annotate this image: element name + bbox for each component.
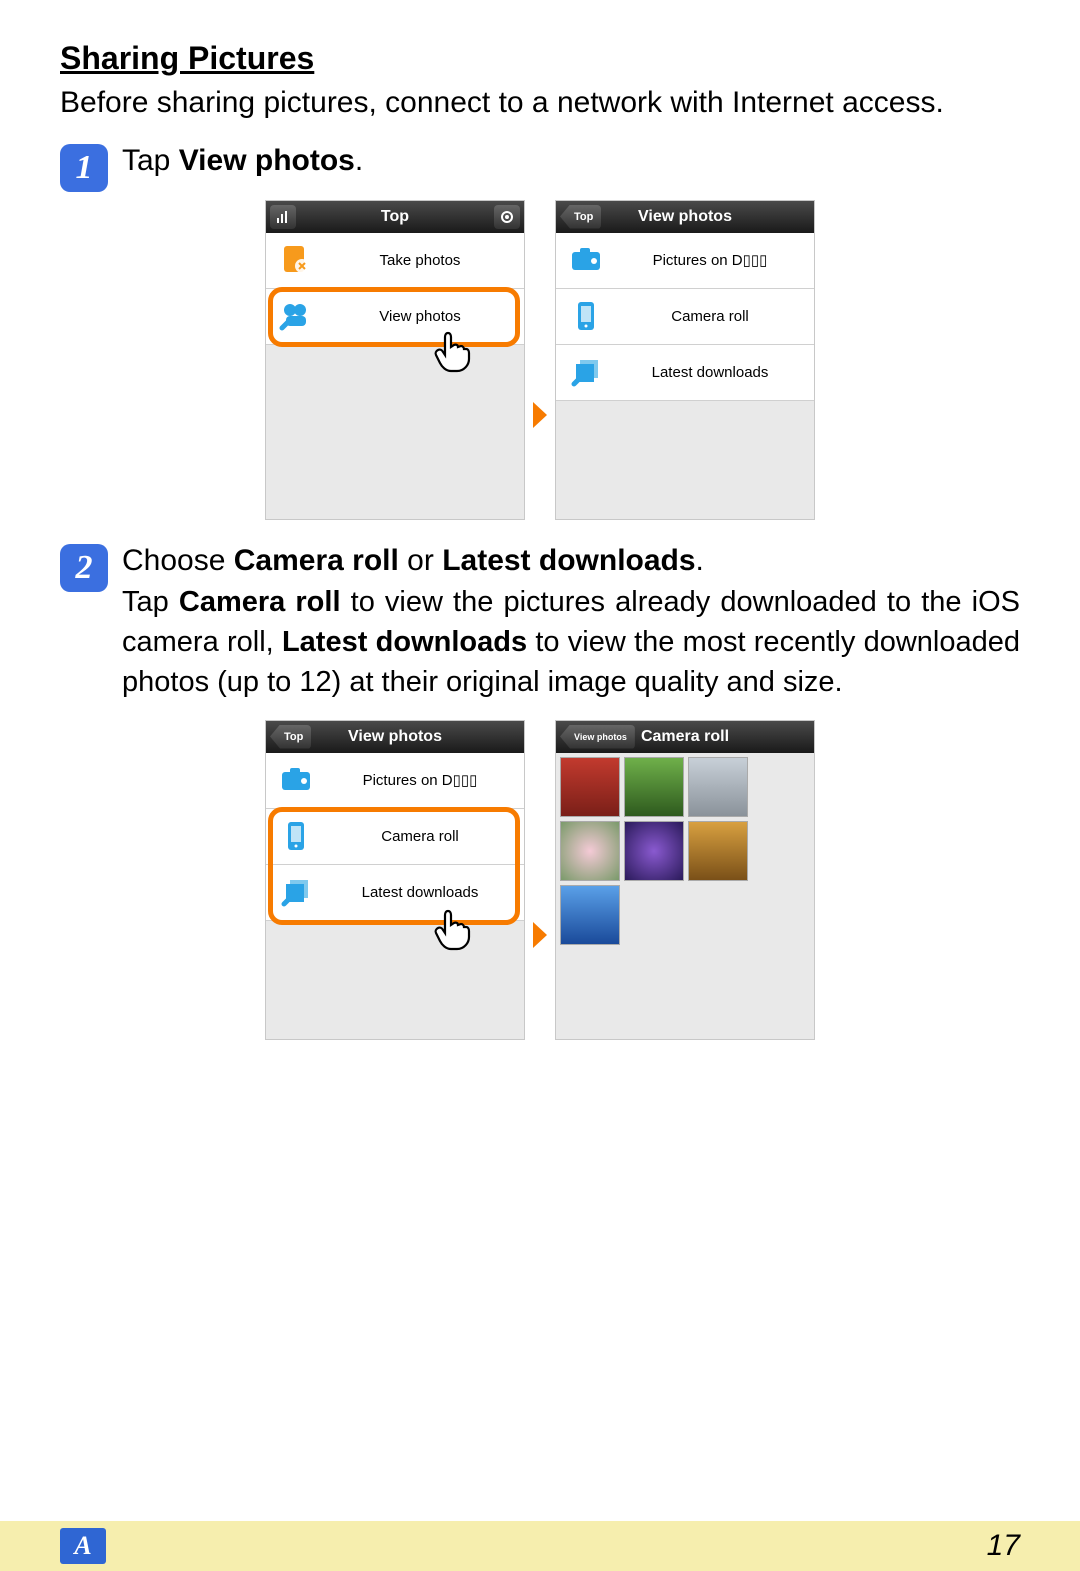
phone-camera-roll-body bbox=[556, 753, 814, 1039]
row2-pictures-on-label: Pictures on D▯▯▯ bbox=[326, 771, 514, 789]
row-take-photos-label: Take photos bbox=[326, 252, 514, 269]
step-1-badge: 1 bbox=[60, 144, 108, 192]
view-photos-icon bbox=[276, 296, 316, 336]
step-1-title-bold: View photos bbox=[179, 144, 355, 177]
stack-icon bbox=[276, 872, 316, 912]
step-2-body-b2: Latest downloads bbox=[282, 626, 527, 658]
row2-camera-roll[interactable]: Camera roll bbox=[266, 809, 524, 865]
row-take-photos[interactable]: Take photos bbox=[266, 233, 524, 289]
phone-view-photos-header: Top View photos bbox=[556, 201, 814, 233]
phone-camera-roll-title: Camera roll bbox=[641, 728, 729, 746]
step-2-title-post: . bbox=[696, 544, 704, 577]
phone-view-photos-title: View photos bbox=[638, 208, 732, 226]
camera-icon bbox=[566, 240, 606, 280]
step-2-badge: 2 bbox=[60, 544, 108, 592]
take-photos-icon bbox=[276, 240, 316, 280]
step-2-body: Tap Camera roll to view the pictures alr… bbox=[122, 582, 1020, 702]
phone-camera-roll: View photos Camera roll bbox=[555, 720, 815, 1040]
phone-view-photos-2-body: Pictures on D▯▯▯ Camera roll Latest down… bbox=[266, 753, 524, 1039]
gear-icon[interactable] bbox=[494, 205, 520, 229]
thumbnail-grid bbox=[556, 753, 814, 949]
row-view-photos[interactable]: View photos bbox=[266, 289, 524, 345]
screens-row-2: Top View photos Pictures on D▯▯▯ Camera … bbox=[60, 720, 1020, 1040]
row-latest-downloads[interactable]: Latest downloads bbox=[556, 345, 814, 401]
step-1-title-pre: Tap bbox=[122, 144, 179, 177]
thumbnail[interactable] bbox=[688, 757, 748, 817]
page-number: 17 bbox=[987, 1529, 1020, 1563]
back-button-top-2[interactable]: Top bbox=[270, 725, 311, 749]
step-2: 2 Choose Camera roll or Latest downloads… bbox=[60, 544, 1020, 702]
back-button-view-photos-label: View photos bbox=[574, 732, 627, 742]
step-1-title: Tap View photos. bbox=[122, 144, 1020, 178]
thumbnail[interactable] bbox=[688, 821, 748, 881]
back-button-top-2-label: Top bbox=[284, 731, 303, 743]
phone-top-body: Take photos View photos bbox=[266, 233, 524, 519]
step-1-title-post: . bbox=[355, 144, 363, 177]
row2-latest-downloads-label: Latest downloads bbox=[326, 884, 514, 901]
signal-icon[interactable] bbox=[270, 205, 296, 229]
phone-view-photos-body: Pictures on D▯▯▯ Camera roll Latest down… bbox=[556, 233, 814, 519]
phone-top-header: Top bbox=[266, 201, 524, 233]
phone-view-photos-2-title: View photos bbox=[348, 728, 442, 746]
arrow-icon bbox=[533, 402, 547, 428]
thumbnail[interactable] bbox=[560, 885, 620, 945]
step-2-title-mid: or bbox=[399, 544, 442, 577]
step-2-title-pre: Choose bbox=[122, 544, 234, 577]
screens-row-1: Top Take photos View photos bbox=[60, 200, 1020, 520]
page-footer: A 17 bbox=[0, 1521, 1080, 1571]
arrow-icon bbox=[533, 922, 547, 948]
step-2-body-1: Tap bbox=[122, 586, 179, 618]
phone-top-header-title: Top bbox=[381, 208, 409, 226]
row-view-photos-label: View photos bbox=[326, 308, 514, 325]
row-camera-roll-label: Camera roll bbox=[616, 308, 804, 325]
back-button-top-label: Top bbox=[574, 211, 593, 223]
step-1: 1 Tap View photos. bbox=[60, 144, 1020, 192]
phone-view-photos: Top View photos Pictures on D▯▯▯ Camera … bbox=[555, 200, 815, 520]
section-title: Sharing Pictures bbox=[60, 40, 1020, 77]
step-2-title-b2: Latest downloads bbox=[442, 544, 695, 577]
back-button-view-photos[interactable]: View photos bbox=[560, 725, 635, 749]
phone-camera-roll-header: View photos Camera roll bbox=[556, 721, 814, 753]
row-camera-roll[interactable]: Camera roll bbox=[556, 289, 814, 345]
phone-icon bbox=[566, 296, 606, 336]
row2-latest-downloads[interactable]: Latest downloads bbox=[266, 865, 524, 921]
phone-view-photos-2-header: Top View photos bbox=[266, 721, 524, 753]
row-pictures-on[interactable]: Pictures on D▯▯▯ bbox=[556, 233, 814, 289]
step-2-title-b1: Camera roll bbox=[234, 544, 399, 577]
footer-section-badge: A bbox=[60, 1528, 106, 1564]
stack-icon bbox=[566, 352, 606, 392]
row2-camera-roll-label: Camera roll bbox=[326, 828, 514, 845]
row2-pictures-on[interactable]: Pictures on D▯▯▯ bbox=[266, 753, 524, 809]
row-pictures-on-label: Pictures on D▯▯▯ bbox=[616, 251, 804, 269]
thumbnail[interactable] bbox=[624, 821, 684, 881]
step-2-title: Choose Camera roll or Latest downloads. bbox=[122, 544, 1020, 578]
back-button-top[interactable]: Top bbox=[560, 205, 601, 229]
step-2-body-b1: Camera roll bbox=[179, 586, 341, 618]
thumbnail[interactable] bbox=[624, 757, 684, 817]
camera-icon bbox=[276, 760, 316, 800]
intro-text: Before sharing pictures, connect to a ne… bbox=[60, 83, 1020, 124]
thumbnail[interactable] bbox=[560, 757, 620, 817]
phone-top: Top Take photos View photos bbox=[265, 200, 525, 520]
row-latest-downloads-label: Latest downloads bbox=[616, 364, 804, 381]
phone-view-photos-2: Top View photos Pictures on D▯▯▯ Camera … bbox=[265, 720, 525, 1040]
thumbnail[interactable] bbox=[560, 821, 620, 881]
phone-icon bbox=[276, 816, 316, 856]
